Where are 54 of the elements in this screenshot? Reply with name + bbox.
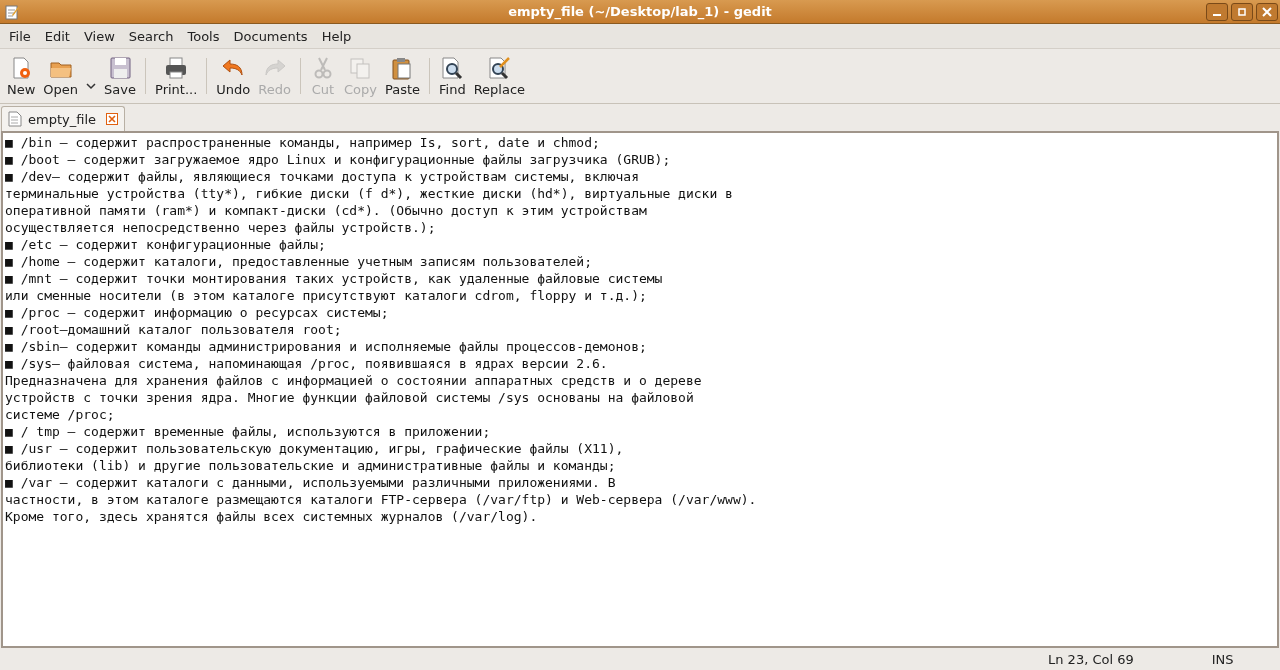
close-button[interactable] xyxy=(1256,2,1278,21)
text-line: устройств с точки зрения ядра. Многие функции файловой системы /sys основаны на файловой xyxy=(5,389,695,406)
menu-item[interactable]: View xyxy=(76,28,122,44)
minimize-button[interactable] xyxy=(1206,2,1228,21)
maximize-button[interactable] xyxy=(1231,2,1253,21)
menu-item[interactable]: Tools xyxy=(180,28,227,44)
insert-mode: INS xyxy=(1211,651,1234,667)
text-line: ■ /mnt — содержит точки монтирования таких устройств, как удаленные файловые системы xyxy=(5,270,664,287)
text-line: библиотеки (lib) и другие пользовательские и административные файлы и команды; xyxy=(5,457,617,474)
text-line: ■ /bin — содержит распространенные команды, например Is, sort, date и chmod; xyxy=(5,134,601,151)
menu-item[interactable]: Search xyxy=(121,28,181,44)
menu-item[interactable]: File xyxy=(2,28,38,44)
menu-item[interactable]: Help xyxy=(314,28,359,44)
text-line: ■ /root—домашний каталог пользователя root; xyxy=(5,321,343,338)
maximize-icon xyxy=(1237,6,1247,17)
menu-item[interactable]: Documents xyxy=(226,28,315,44)
toolbar-button[interactable]: New xyxy=(3,53,40,99)
document-icon xyxy=(8,111,22,127)
cursor-position: Ln 23, Col 69 xyxy=(1048,651,1134,667)
text-line: частности, в этом каталоге размещаются каталоги FTP-сервера (/var/ftp) и Web-сервера (/var/www). xyxy=(5,491,758,508)
text-line: ■ /usr — содержит пользовательскую документацию, игры, графические файлы (X11), xyxy=(5,440,625,457)
text-line: ■ /home — содержит каталоги, предоставленные учетным записям пользователей; xyxy=(5,253,593,270)
notepad-icon xyxy=(4,3,20,20)
menu-item[interactable]: Edit xyxy=(37,28,77,44)
window-title: empty_file (~/Desktop/lab_1) - gedit xyxy=(507,4,773,19)
minimize-icon xyxy=(1213,13,1221,16)
close-icon xyxy=(106,113,118,125)
text-line: ■ / tmp — содержит временные файлы, используются в приложении; xyxy=(5,423,492,440)
text-line: ■ /etc — содержит конфигурационные файлы; xyxy=(5,236,327,253)
text-line: системе /proc; xyxy=(5,406,116,423)
toolbar-button[interactable]: Open xyxy=(39,53,83,99)
toolbar-button[interactable]: Print... xyxy=(151,53,202,99)
toolbar-button[interactable]: Undo xyxy=(212,53,255,99)
text-line: терминальные устройства (tty*), гибкие диски (f d*), жесткие диски (hd*), виртуальные диски в xyxy=(5,185,734,202)
caret-icon xyxy=(86,81,97,90)
toolbar-button[interactable]: Paste xyxy=(380,53,425,99)
toolbar-button[interactable]: Find xyxy=(435,53,470,99)
text-line: Предназначена для хранения файлов с информацией о состоянии аппаратных средств и о дереве xyxy=(5,372,703,389)
toolbar-button[interactable]: Replace xyxy=(469,53,530,99)
text-line: осуществляется непосредственно через файлы устройств.); xyxy=(5,219,437,236)
text-line: ■ /sbin— содержит команды администрирования и исполняемые файлы процессов-демонов; xyxy=(5,338,648,355)
close-icon xyxy=(1262,6,1272,17)
text-line: ■ /var — содержит каталоги с данными, используемыми различными приложениями. В xyxy=(5,474,617,491)
toolbar-button[interactable]: Save xyxy=(100,53,140,99)
replace-icon xyxy=(486,55,513,81)
text-line: ■ /sys— файловая система, напоминающая /proc, появившаяся в ядрах версии 2.6. xyxy=(5,355,609,372)
text-line: ■ /proc — содержит информацию о ресурсах системы; xyxy=(5,304,390,321)
text-line: ■ /boot — содержит загружаемое ядро Linux и конфигурационные файлы загрузчика (GRUB); xyxy=(5,151,672,168)
text-line: оперативной памяти (ram*) и компакт-диски (cd*). (Обычно доступ к этим устройствам xyxy=(5,202,648,219)
document-tab[interactable]: empty_file xyxy=(1,106,125,131)
text-line: или сменные носители (в этом каталоге присутствуют каталоги cdrom, floppy и т.д.); xyxy=(5,287,648,304)
text-line: ■ /dev— содержит файлы, являющиеся точками доступа к устройствам системы, включая xyxy=(5,168,640,185)
text-editor[interactable] xyxy=(1,131,1279,648)
text-line: Кроме того, здесь хранятся файлы всех системных журналов (/var/log). xyxy=(5,508,539,525)
